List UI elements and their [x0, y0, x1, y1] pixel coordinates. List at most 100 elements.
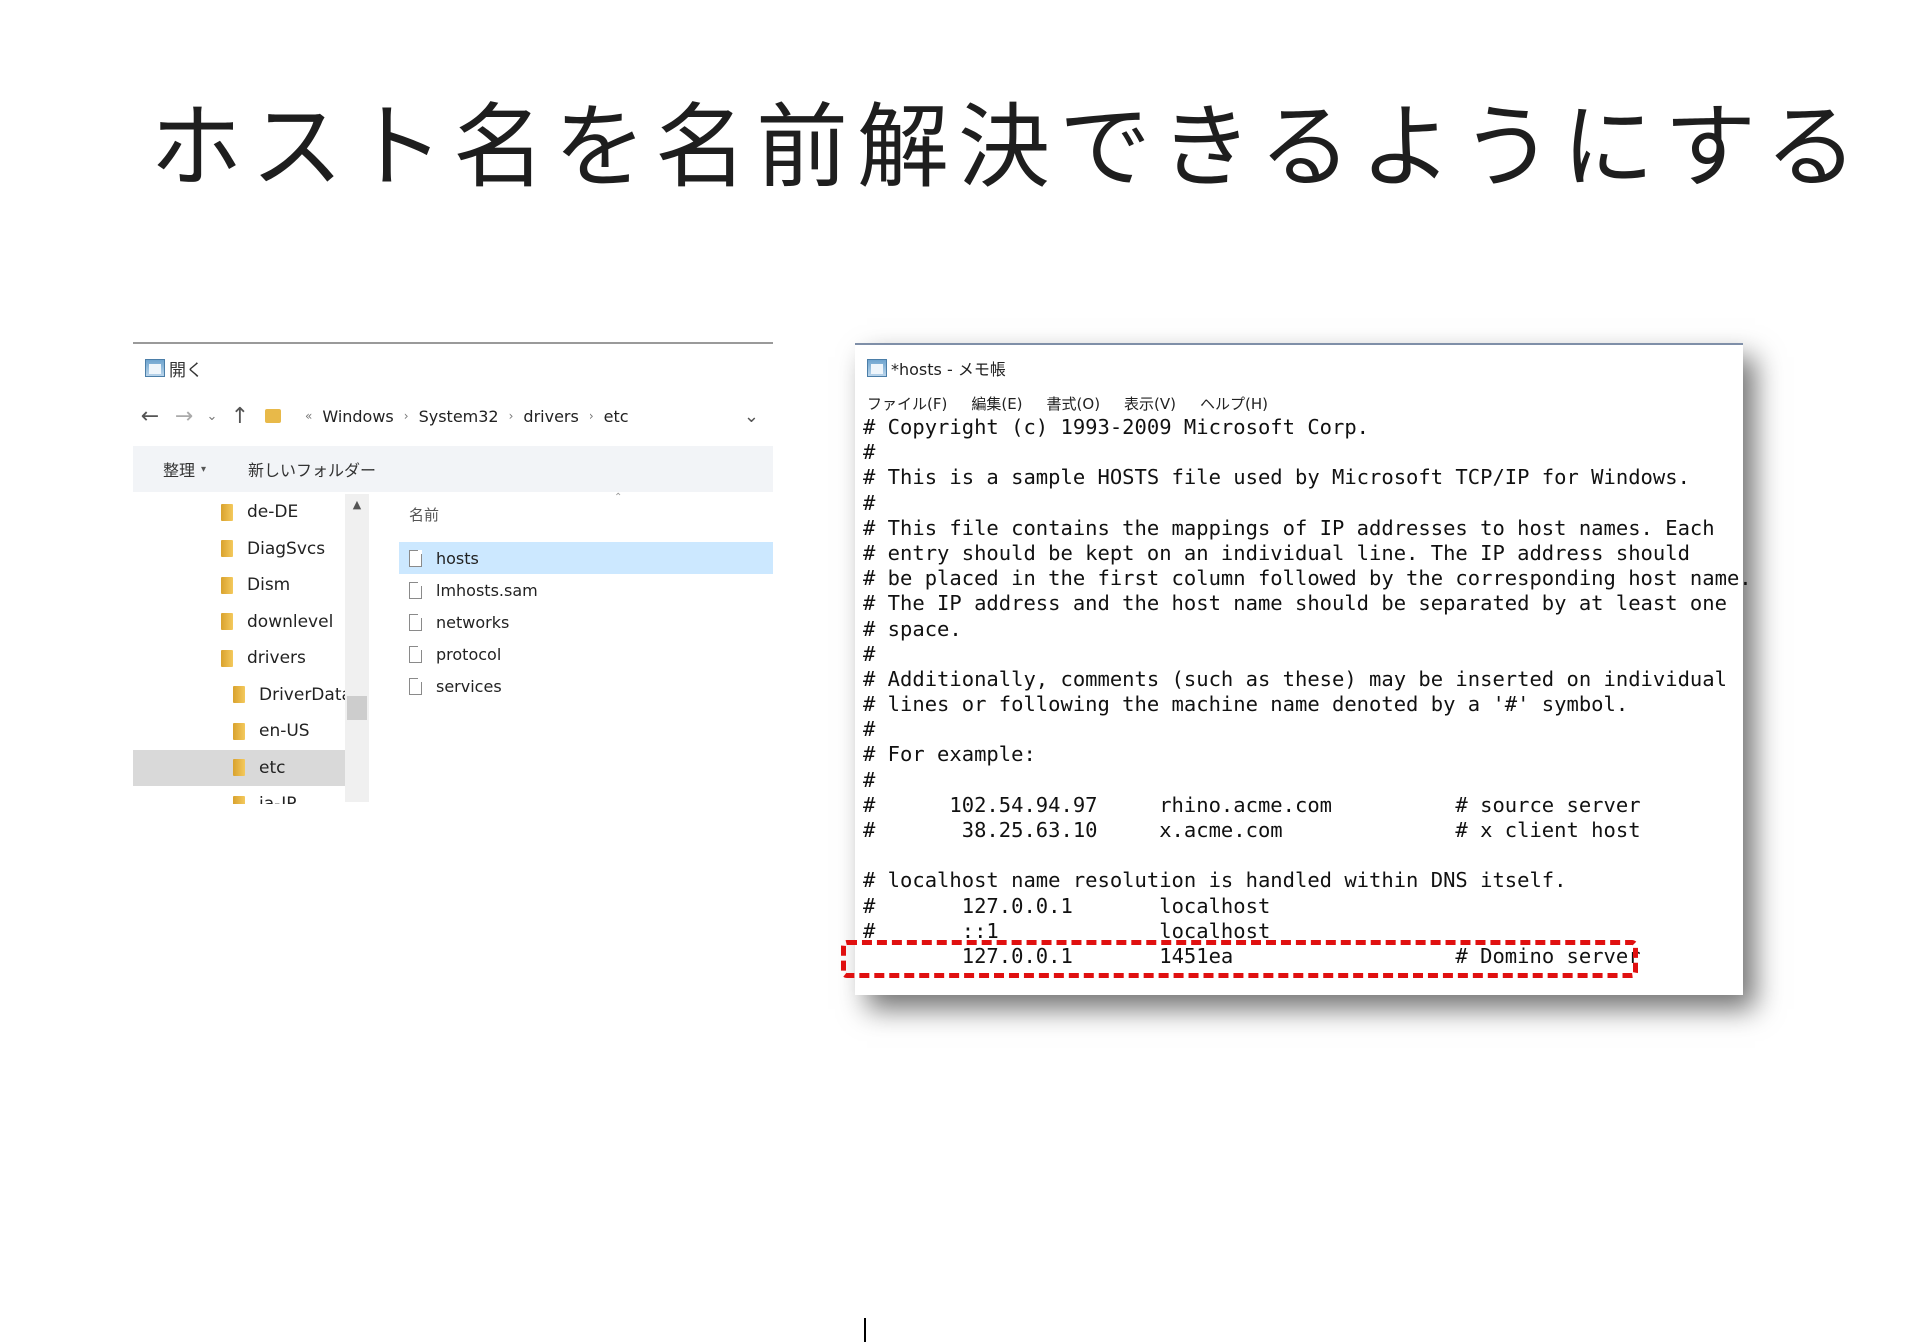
hosts-file-line: # space.	[863, 616, 962, 641]
column-header-label: 名前	[409, 505, 440, 524]
tree-item-label: etc	[259, 757, 286, 778]
breadcrumb-drivers[interactable]: drivers	[523, 407, 578, 426]
address-dropdown-chevron-icon[interactable]: ⌄	[744, 406, 759, 427]
column-header-name[interactable]: 名前 ⌃	[399, 492, 773, 534]
file-name: protocol	[436, 644, 502, 664]
hosts-file-line: #	[863, 717, 876, 742]
hosts-file-line: # be placed in the first column followed…	[863, 566, 1752, 591]
notepad-title: *hosts - メモ帳	[891, 360, 1006, 379]
folder-icon	[221, 576, 233, 594]
tree-item-driverdata[interactable]: DriverData	[133, 677, 345, 714]
dialog-title: 開く	[169, 360, 203, 381]
menu-help[interactable]: ヘルプ(H)	[1200, 393, 1268, 414]
hosts-file-line: # entry should be kept on an individual …	[863, 540, 1690, 565]
folder-icon	[265, 409, 281, 423]
tree-item-drivers[interactable]: drivers	[133, 640, 345, 677]
hosts-file-line: # 127.0.0.1 localhost	[863, 893, 1271, 918]
tree-item-label: drivers	[247, 648, 306, 669]
tree-item-etc[interactable]: etc	[133, 749, 345, 786]
address-bar[interactable]: « Windows › System32 › drivers › etc ⌄	[265, 399, 773, 433]
menu-file[interactable]: ファイル(F)	[867, 393, 947, 414]
up-arrow-icon[interactable]: ↑	[223, 404, 257, 429]
file-icon	[409, 613, 422, 631]
notepad-icon	[867, 359, 887, 377]
file-icon	[409, 677, 422, 695]
file-row-protocol[interactable]: protocol	[399, 638, 773, 670]
hosts-file-line: #	[863, 767, 876, 792]
breadcrumb-chevron-icon: ›	[508, 409, 514, 423]
folder-icon	[221, 503, 233, 521]
file-name: lmhosts.sam	[436, 580, 538, 600]
slide-title: ホスト名を名前解決できるようにする	[150, 94, 1867, 201]
file-open-dialog: 開く ← → ⌄ ↑ « Windows › System32 › driver…	[133, 342, 773, 804]
file-name: networks	[436, 612, 510, 632]
folder-icon	[233, 686, 245, 704]
hosts-file-line: # localhost name resolution is handled w…	[863, 868, 1567, 893]
new-folder-button[interactable]: 新しいフォルダー	[248, 457, 376, 481]
breadcrumb-chevron-icon: ›	[403, 409, 409, 423]
tree-item-ja-jp[interactable]: ja-JP	[133, 786, 345, 804]
tree-item-diagsvcs[interactable]: DiagSvcs	[133, 531, 345, 568]
breadcrumb-windows[interactable]: Windows	[322, 407, 393, 426]
menu-edit[interactable]: 編集(E)	[971, 393, 1022, 414]
tree-item-label: ja-JP	[259, 794, 297, 804]
forward-arrow-icon[interactable]: →	[167, 404, 201, 429]
file-name: services	[436, 676, 502, 696]
hosts-file-line: #	[863, 490, 876, 515]
highlight-box-domino-entry	[841, 940, 1638, 978]
file-row-networks[interactable]: networks	[399, 606, 773, 638]
tree-item-de-de[interactable]: de-DE	[133, 494, 345, 531]
breadcrumb-etc[interactable]: etc	[604, 407, 629, 426]
hosts-file-line: # lines or following the machine name de…	[863, 692, 1629, 717]
notepad-menubar: ファイル(F) 編集(E) 書式(O) 表示(V) ヘルプ(H)	[867, 393, 1292, 414]
hosts-file-line: # For example:	[863, 742, 1036, 767]
tree-item-downlevel[interactable]: downlevel	[133, 604, 345, 641]
new-folder-label: 新しいフォルダー	[248, 461, 377, 480]
file-name: hosts	[436, 548, 479, 568]
organize-button[interactable]: 整理 ▾	[163, 457, 206, 481]
file-row-services[interactable]: services	[399, 670, 773, 702]
file-list: 名前 ⌃ hosts lmhosts.sam networks protocol…	[399, 492, 773, 804]
menu-view[interactable]: 表示(V)	[1124, 393, 1176, 414]
hosts-file-text-area[interactable]: # Copyright (c) 1993-2009 Microsoft Corp…	[863, 415, 1752, 969]
navigation-bar: ← → ⌄ ↑ « Windows › System32 › drivers ›…	[133, 396, 773, 436]
folder-icon	[233, 795, 245, 804]
hosts-file-line: # 38.25.63.10 x.acme.com # x client host	[863, 818, 1641, 842]
menu-format[interactable]: 書式(O)	[1047, 393, 1101, 414]
tree-scrollbar[interactable]: ▲	[345, 494, 369, 802]
hosts-file-line: # This is a sample HOSTS file used by Mi…	[863, 465, 1690, 490]
command-toolbar: 整理 ▾ 新しいフォルダー	[133, 446, 773, 492]
folder-icon	[233, 722, 245, 740]
scroll-up-icon[interactable]: ▲	[345, 498, 369, 511]
file-icon	[409, 549, 422, 567]
folder-tree: de-DE DiagSvcs Dism downlevel drivers Dr…	[133, 494, 345, 804]
tree-item-label: DiagSvcs	[247, 538, 326, 559]
tree-item-dism[interactable]: Dism	[133, 567, 345, 604]
breadcrumb-system32[interactable]: System32	[419, 407, 499, 426]
folder-icon	[221, 649, 233, 667]
scrollbar-thumb[interactable]	[347, 696, 367, 720]
back-arrow-icon[interactable]: ←	[133, 404, 167, 429]
file-row-lmhosts-sam[interactable]: lmhosts.sam	[399, 574, 773, 606]
file-row-hosts[interactable]: hosts	[399, 542, 773, 574]
organize-label: 整理	[163, 461, 196, 480]
notepad-titlebar: *hosts - メモ帳	[867, 355, 1006, 381]
hosts-file-line: # Additionally, comments (such as these)…	[863, 666, 1727, 691]
tree-item-label: Dism	[247, 575, 291, 596]
folder-icon	[221, 540, 233, 558]
breadcrumb-overflow-icon[interactable]: «	[305, 409, 312, 423]
tree-item-en-us[interactable]: en-US	[133, 713, 345, 750]
hosts-file-line: # This file contains the mappings of IP …	[863, 515, 1715, 540]
hosts-file-line: # Copyright (c) 1993-2009 Microsoft Corp…	[863, 415, 1370, 439]
breadcrumb-chevron-icon: ›	[588, 409, 594, 423]
tree-item-label: en-US	[259, 721, 310, 742]
tree-item-label: de-DE	[247, 502, 299, 523]
dialog-titlebar: 開く	[145, 354, 203, 382]
tree-item-label: downlevel	[247, 611, 334, 632]
notepad-window: *hosts - メモ帳 ファイル(F) 編集(E) 書式(O) 表示(V) ヘ…	[855, 343, 1752, 1342]
caret-down-icon: ▾	[201, 463, 207, 475]
folder-icon	[221, 613, 233, 631]
file-icon	[409, 581, 422, 599]
hosts-file-line: # 102.54.94.97 rhino.acme.com # source s…	[863, 792, 1641, 817]
recent-locations-chevron-icon[interactable]: ⌄	[201, 409, 223, 424]
